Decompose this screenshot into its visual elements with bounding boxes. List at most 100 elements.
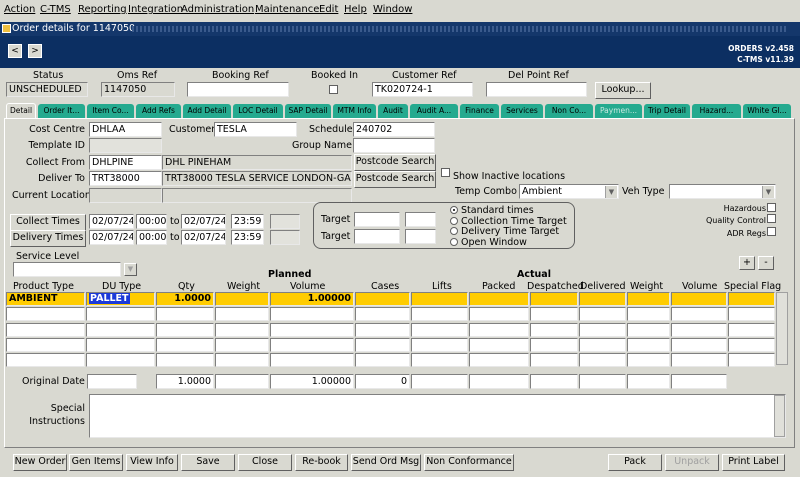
grid-cell-weight[interactable] (215, 338, 269, 352)
collect-postcode-search-button[interactable]: Postcode Search (354, 154, 436, 171)
tab-paymen[interactable]: Paymen... (595, 104, 642, 118)
collect-from-code-field[interactable]: DHLPINE (89, 155, 162, 170)
grid-cell-du-type[interactable] (86, 307, 155, 321)
lookup-button[interactable]: Lookup... (595, 82, 651, 99)
grid-cell-cases[interactable] (355, 292, 410, 306)
grid-cell-weight[interactable] (627, 353, 670, 367)
grid-cell-cases[interactable] (355, 323, 410, 337)
grid-cell-volume[interactable] (671, 292, 727, 306)
menu-integration[interactable]: Integration (128, 4, 183, 15)
grid-cell-packed[interactable] (469, 353, 529, 367)
temp-combo-select[interactable]: Ambient ▼ (519, 184, 619, 199)
collect-from-date-field[interactable]: 02/07/24 (89, 214, 134, 229)
grid-cell-special-flag[interactable] (728, 353, 775, 367)
radio-standard-times[interactable] (450, 206, 458, 214)
delivery-target-time-field[interactable] (405, 229, 436, 244)
grid-cell-packed[interactable] (469, 307, 529, 321)
grid-cell-delivered[interactable] (579, 292, 626, 306)
grid-cell-volume[interactable] (270, 307, 354, 321)
grid-cell-lifts[interactable] (411, 338, 468, 352)
grid-cell-volume[interactable] (270, 338, 354, 352)
menu-administration[interactable]: Administration (181, 4, 254, 15)
grid-cell-cases[interactable] (355, 338, 410, 352)
print-label-button[interactable]: Print Label (722, 454, 785, 471)
grid-cell-du-type[interactable]: PALLET (86, 292, 155, 306)
grid-cell-special-flag[interactable] (728, 323, 775, 337)
customer-ref-field[interactable]: TK020724-1 (372, 82, 473, 97)
grid-cell-delivered[interactable] (579, 353, 626, 367)
tab-add-refs[interactable]: Add Refs (136, 104, 181, 118)
menu-c-tms[interactable]: C-TMS (40, 4, 71, 15)
menu-edit[interactable]: Edit (319, 4, 338, 15)
delivery-from-date-field[interactable]: 02/07/24 (89, 230, 134, 245)
cost-centre-field[interactable]: DHLAA (89, 122, 162, 137)
collect-target-date-field[interactable] (354, 212, 400, 227)
tab-audit-a[interactable]: Audit A... (410, 104, 458, 118)
grid-cell-lifts[interactable] (411, 323, 468, 337)
booked-in-checkbox[interactable] (329, 85, 338, 94)
grid-cell-special-flag[interactable] (728, 307, 775, 321)
grid-cell-packed[interactable] (469, 323, 529, 337)
special-instructions-field[interactable] (89, 394, 786, 438)
template-id-field[interactable] (89, 138, 162, 153)
hazardous-checkbox[interactable] (767, 203, 776, 212)
group-name-field[interactable] (353, 138, 435, 153)
menu-reporting[interactable]: Reporting (78, 4, 127, 15)
grid-cell-despatched[interactable] (530, 323, 578, 337)
grid-cell-product-type[interactable] (6, 353, 85, 367)
special-instructions-scrollbar[interactable] (774, 395, 785, 437)
add-row-button[interactable]: + (739, 256, 755, 270)
deliver-postcode-search-button[interactable]: Postcode Search (354, 171, 436, 188)
grid-cell-product-type[interactable] (6, 323, 85, 337)
grid-scrollbar[interactable] (776, 292, 788, 365)
menu-action[interactable]: Action (4, 4, 35, 15)
grid-cell-cases[interactable] (355, 307, 410, 321)
tab-white-gl[interactable]: White Gl... (743, 104, 791, 118)
grid-cell-du-type[interactable] (86, 338, 155, 352)
grid-cell-lifts[interactable] (411, 292, 468, 306)
grid-cell-despatched[interactable] (530, 307, 578, 321)
grid-cell-qty[interactable] (156, 323, 214, 337)
tab-services[interactable]: Services (501, 104, 543, 118)
grid-cell-volume[interactable] (671, 353, 727, 367)
grid-cell-delivered[interactable] (579, 307, 626, 321)
previous-button[interactable]: < (8, 44, 22, 58)
deliver-to-code-field[interactable]: TRT38000 (89, 171, 162, 186)
grid-cell-du-type[interactable] (86, 353, 155, 367)
tab-hazard[interactable]: Hazard... (692, 104, 741, 118)
tab-add-detail[interactable]: Add Detail (183, 104, 231, 118)
delivery-times-button[interactable]: Delivery Times (10, 230, 86, 247)
collect-target-time-field[interactable] (405, 212, 436, 227)
tab-audit[interactable]: Audit (378, 104, 408, 118)
show-inactive-checkbox[interactable] (441, 168, 450, 177)
delivery-to-time-field[interactable]: 23:59 (231, 230, 264, 245)
collect-times-button[interactable]: Collect Times (10, 214, 86, 231)
grid-cell-product-type[interactable]: AMBIENT (6, 292, 85, 306)
tab-order-it[interactable]: Order It... (38, 104, 85, 118)
grid-cell-du-type[interactable] (86, 323, 155, 337)
grid-cell-despatched[interactable] (530, 292, 578, 306)
grid-cell-packed[interactable] (469, 338, 529, 352)
grid-cell-volume[interactable] (671, 307, 727, 321)
next-button[interactable]: > (28, 44, 42, 58)
tab-sap-detail[interactable]: SAP Detail (285, 104, 331, 118)
rebook-button[interactable]: Re-book (295, 454, 348, 471)
quality-control-checkbox[interactable] (767, 214, 776, 223)
collect-from-time-field[interactable]: 00:00 (136, 214, 167, 229)
remove-row-button[interactable]: - (758, 256, 774, 270)
delivery-from-time-field[interactable]: 00:00 (136, 230, 167, 245)
grid-cell-weight[interactable] (627, 292, 670, 306)
grid-cell-qty[interactable] (156, 353, 214, 367)
view-info-button[interactable]: View Info (126, 454, 178, 471)
tab-mtm-info[interactable]: MTM Info (333, 104, 376, 118)
tab-non-co[interactable]: Non Co... (545, 104, 593, 118)
original-date-field[interactable] (87, 374, 137, 389)
grid-cell-weight[interactable] (627, 307, 670, 321)
grid-cell-special-flag[interactable] (728, 338, 775, 352)
grid-cell-qty[interactable] (156, 307, 214, 321)
service-level-dropdown-icon[interactable]: ▼ (124, 263, 137, 276)
tab-finance[interactable]: Finance (460, 104, 499, 118)
veh-type-select[interactable]: ▼ (669, 184, 776, 199)
tab-item-co[interactable]: Item Co... (87, 104, 134, 118)
grid-cell-qty[interactable]: 1.0000 (156, 292, 214, 306)
